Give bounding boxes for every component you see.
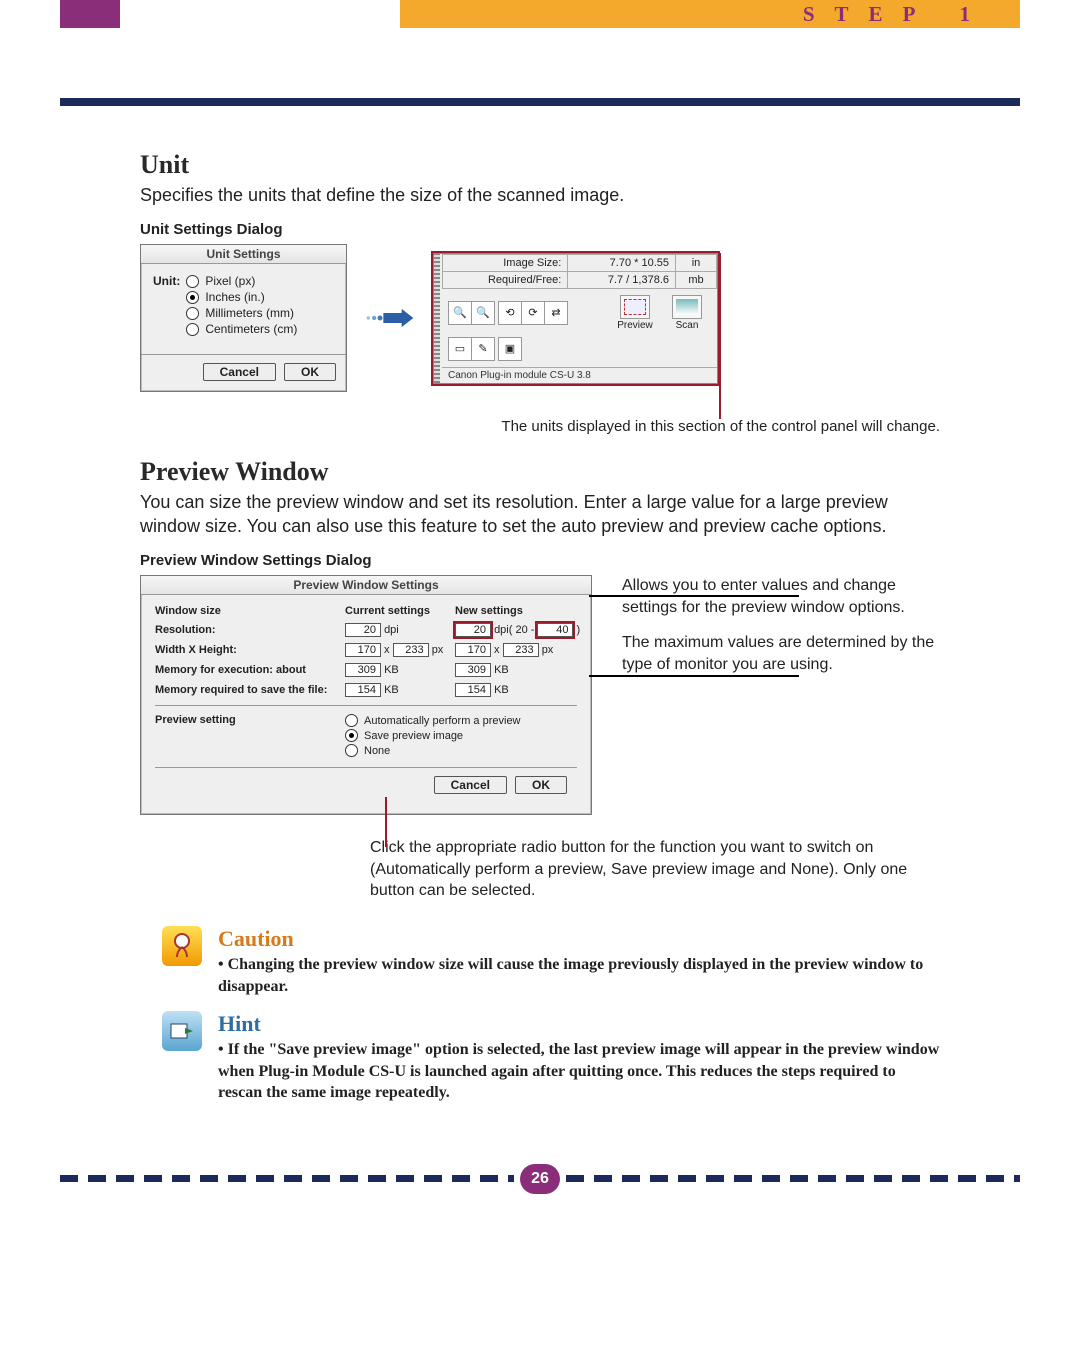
preview-setting-label: Preview setting	[155, 714, 345, 759]
pw-ok-button[interactable]: OK	[515, 776, 567, 794]
preview-desc: You can size the preview window and set …	[140, 491, 940, 538]
callout-line	[589, 595, 799, 597]
header-bar: STEP 1	[60, 0, 1020, 28]
required-free-value: 7.7 / 1,378.6	[568, 271, 676, 288]
radio-auto-preview[interactable]: Automatically perform a preview	[345, 714, 521, 727]
caution-callout: Caution • Changing the preview window si…	[162, 926, 940, 997]
radio-note: Click the appropriate radio button for t…	[370, 837, 940, 902]
unit-dialog-caption: Unit Settings Dialog	[140, 221, 940, 238]
unit-desc: Specifies the units that define the size…	[140, 184, 940, 207]
ok-button[interactable]: OK	[284, 363, 336, 381]
radio-pixel[interactable]: Pixel (px)	[186, 274, 297, 288]
required-free-label: Required/Free:	[443, 271, 568, 288]
radio-mm[interactable]: Millimeters (mm)	[186, 306, 297, 320]
hint-callout: Hint • If the "Save preview image" optio…	[162, 1011, 940, 1104]
radio-none[interactable]: None	[345, 744, 521, 757]
top-rule	[60, 98, 1020, 106]
caution-heading: Caution	[218, 926, 940, 952]
new-col: New settings	[455, 605, 595, 617]
radio-inches[interactable]: Inches (in.)	[186, 290, 297, 304]
image-size-value: 7.70 * 10.55	[568, 254, 676, 271]
image-size-label: Image Size:	[443, 254, 568, 271]
pw-cancel-button[interactable]: Cancel	[434, 776, 507, 794]
callout-line	[589, 675, 799, 677]
page-number: 26	[520, 1164, 560, 1194]
unit-heading: Unit	[140, 150, 940, 180]
purple-tab	[60, 0, 120, 28]
zoom-in-icon[interactable]: 🔍	[448, 301, 472, 325]
max-resolution-field: 40	[537, 623, 573, 637]
preview-heading: Preview Window	[140, 457, 940, 487]
unit-label: Unit:	[153, 274, 180, 288]
zoom-out-icon[interactable]: 🔍	[471, 301, 495, 325]
panel-footer: Canon Plug-in module CS-U 3.8	[442, 367, 717, 383]
scan-button[interactable]: Scan	[663, 295, 711, 331]
callout-line	[719, 253, 721, 419]
new-resolution-field[interactable]: 20	[455, 623, 491, 637]
mirror-icon[interactable]: ⇄	[544, 301, 568, 325]
unit-dialog-title: Unit Settings	[141, 245, 346, 264]
unit-settings-dialog: Unit Settings Unit: Pixel (px) Inches (i…	[140, 244, 347, 392]
callout-line	[385, 797, 387, 847]
wand-icon[interactable]: ✎	[471, 337, 495, 361]
required-free-unit: mb	[676, 271, 717, 288]
resolution-label: Resolution:	[155, 624, 345, 636]
hint-text: • If the "Save preview image" option is …	[218, 1039, 940, 1104]
preview-window-settings-dialog: Preview Window Settings Window size Curr…	[140, 575, 592, 815]
arrow-icon	[365, 306, 415, 330]
image-size-unit: in	[676, 254, 717, 271]
hint-heading: Hint	[218, 1011, 940, 1037]
side-note-2: The maximum values are determined by the…	[622, 632, 940, 675]
radio-cm[interactable]: Centimeters (cm)	[186, 322, 297, 336]
window-size-label: Window size	[155, 605, 345, 617]
rotate-left-icon[interactable]: ⟲	[498, 301, 522, 325]
radio-save-preview[interactable]: Save preview image	[345, 729, 521, 742]
hint-icon	[162, 1011, 202, 1051]
image-icon[interactable]: ▣	[498, 337, 522, 361]
cancel-button[interactable]: Cancel	[203, 363, 276, 381]
pw-dialog-title: Preview Window Settings	[141, 576, 591, 595]
mem-exec-label: Memory for execution: about	[155, 664, 345, 676]
caution-icon	[162, 926, 202, 966]
rotate-right-icon[interactable]: ⟳	[521, 301, 545, 325]
page-footer: 26	[60, 1164, 1020, 1194]
unit-note: The units displayed in this section of t…	[140, 418, 940, 435]
wxh-label: Width X Height:	[155, 644, 345, 656]
step-label: STEP 1	[803, 0, 990, 28]
display-icon[interactable]: ▭	[448, 337, 472, 361]
mem-save-label: Memory required to save the file:	[155, 684, 345, 696]
preview-button[interactable]: Preview	[611, 295, 659, 331]
caution-text: • Changing the preview window size will …	[218, 954, 940, 997]
control-panel-snippet: Image Size: 7.70 * 10.55 in Required/Fre…	[433, 253, 718, 384]
preview-dialog-caption: Preview Window Settings Dialog	[140, 552, 940, 569]
current-col: Current settings	[345, 605, 455, 617]
